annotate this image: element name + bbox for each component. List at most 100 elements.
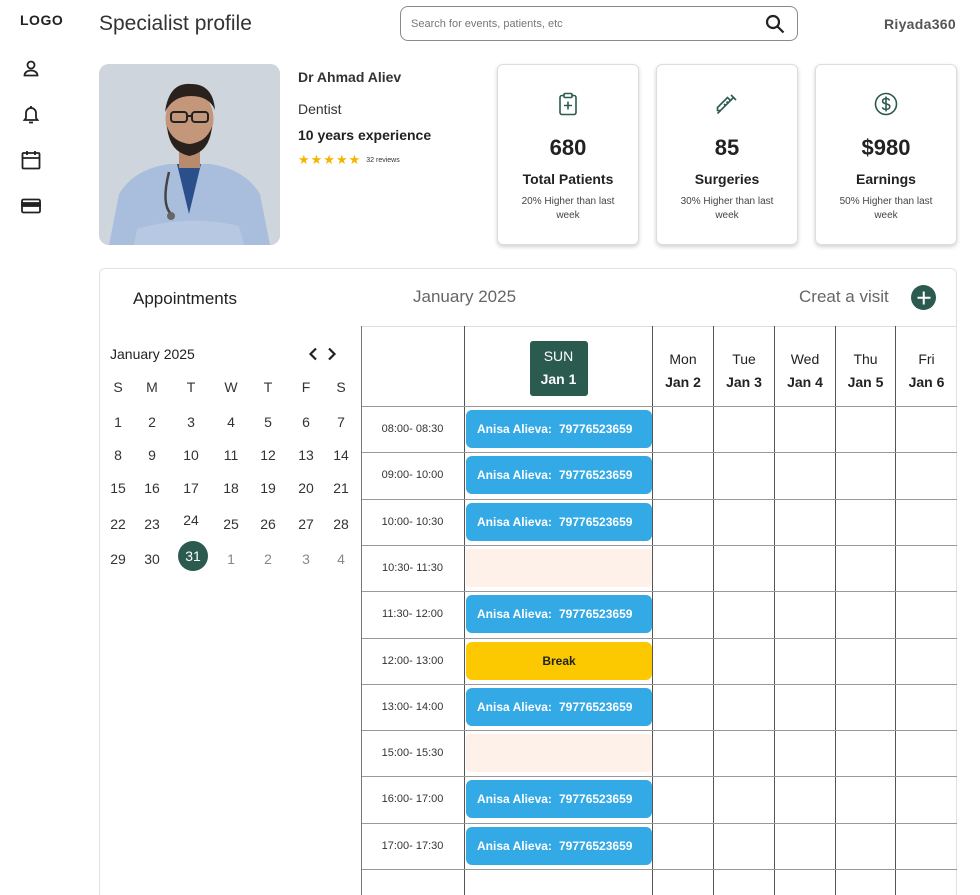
- calendar-day[interactable]: 10: [176, 444, 206, 466]
- patient-phone: 79776523659: [559, 515, 633, 529]
- calendar-day[interactable]: 14: [326, 444, 356, 466]
- row-divider: [362, 730, 957, 731]
- calendar-day[interactable]: 22: [103, 513, 133, 535]
- doctor-specialty: Dentist: [298, 101, 342, 117]
- doctor-experience: 10 years experience: [298, 127, 432, 143]
- patient-phone: 79776523659: [559, 607, 633, 621]
- stat-value: 680: [549, 135, 587, 160]
- calendar-day[interactable]: 2: [253, 548, 283, 570]
- weekday-label: S: [336, 379, 346, 395]
- column-divider: [464, 326, 465, 895]
- calendar-day[interactable]: 9: [137, 444, 167, 466]
- patient-name: Anisa Alieva:: [477, 515, 552, 529]
- calendar-day[interactable]: 3: [176, 411, 206, 433]
- appointment-slot[interactable]: Anisa Alieva: 79776523659: [466, 456, 652, 494]
- calendar-day[interactable]: 16: [137, 477, 167, 499]
- day-date: Jan 3: [726, 374, 762, 390]
- row-divider: [362, 545, 957, 546]
- calendar-day[interactable]: 2: [137, 411, 167, 433]
- calendar-day[interactable]: 8: [103, 444, 133, 466]
- search-input[interactable]: [411, 15, 751, 33]
- weekday-label: S: [113, 379, 123, 395]
- stat-note: 20% Higher than last week: [521, 196, 615, 221]
- day-header-tue[interactable]: Tue Jan 3: [714, 348, 774, 394]
- column-divider: [774, 326, 775, 895]
- calendar-day[interactable]: 27: [291, 513, 321, 535]
- doctor-photo: [99, 64, 280, 245]
- empty-slot[interactable]: [466, 734, 652, 772]
- day-header-thu[interactable]: Thu Jan 5: [836, 348, 895, 394]
- calendar-day[interactable]: 24: [176, 509, 206, 531]
- create-visit-link[interactable]: Creat a visit: [799, 287, 889, 307]
- chevron-left-icon[interactable]: [306, 346, 320, 362]
- stat-card-earnings: $980 Earnings 50% Higher than last week: [815, 64, 957, 245]
- day-date: Jan 1: [540, 371, 577, 387]
- stat-value: 85: [714, 135, 740, 160]
- patient-phone: 79776523659: [559, 468, 633, 482]
- chevron-right-icon[interactable]: [325, 346, 339, 362]
- day-header-mon[interactable]: Mon Jan 2: [653, 348, 713, 394]
- calendar-day[interactable]: 7: [326, 411, 356, 433]
- credit-card-icon[interactable]: [20, 195, 42, 217]
- calendar-day[interactable]: 29: [103, 548, 133, 570]
- appointment-slot[interactable]: Anisa Alieva: 79776523659: [466, 503, 652, 541]
- calendar-day[interactable]: 28: [326, 513, 356, 535]
- day-header-sun[interactable]: SUN Jan 1: [529, 341, 588, 396]
- appointment-slot[interactable]: Anisa Alieva: 79776523659: [466, 595, 652, 633]
- appointment-slot[interactable]: Anisa Alieva: 79776523659: [466, 410, 652, 448]
- calendar-day[interactable]: 11: [216, 444, 246, 466]
- stat-note: 30% Higher than last week: [680, 196, 774, 221]
- calendar-day[interactable]: 18: [216, 477, 246, 499]
- calendar-day[interactable]: 12: [253, 444, 283, 466]
- empty-slot[interactable]: [466, 549, 652, 587]
- rating: ★★★★★ 32 reviews: [298, 152, 400, 168]
- calendar-day[interactable]: 17: [176, 477, 206, 499]
- user-icon[interactable]: [20, 57, 42, 79]
- clipboard-plus-icon: [555, 91, 581, 117]
- row-divider: [362, 869, 957, 870]
- calendar-day[interactable]: 5: [253, 411, 283, 433]
- appointment-slot[interactable]: Anisa Alieva: 79776523659: [466, 780, 652, 818]
- calendar-day[interactable]: 3: [291, 548, 321, 570]
- calendar-day[interactable]: 19: [253, 477, 283, 499]
- calendar-day[interactable]: 13: [291, 444, 321, 466]
- calendar-day[interactable]: 1: [103, 411, 133, 433]
- break-slot[interactable]: Break: [466, 642, 652, 680]
- doctor-name: Dr Ahmad Aliev: [298, 69, 402, 85]
- patient-phone: 79776523659: [559, 422, 633, 436]
- calendar-day[interactable]: 4: [326, 548, 356, 570]
- calendar-day[interactable]: 23: [137, 513, 167, 535]
- time-label: 09:00- 10:00: [381, 469, 444, 481]
- calendar-day[interactable]: 4: [216, 411, 246, 433]
- calendar-day[interactable]: 20: [291, 477, 321, 499]
- schedule-top-border: [361, 326, 957, 327]
- column-divider: [895, 326, 896, 895]
- page-title: Specialist profile: [99, 12, 252, 35]
- selected-date[interactable]: 31: [178, 541, 208, 571]
- time-label: 10:30- 11:30: [382, 562, 443, 574]
- day-header-wed[interactable]: Wed Jan 4: [775, 348, 835, 394]
- appointment-slot[interactable]: Anisa Alieva: 79776523659: [466, 688, 652, 726]
- weekday-label: F: [301, 379, 311, 395]
- patient-phone: 79776523659: [559, 839, 633, 853]
- calendar-day[interactable]: 21: [326, 477, 356, 499]
- day-name: Tue: [732, 351, 756, 367]
- calendar-icon[interactable]: [20, 149, 42, 171]
- dollar-icon: [873, 91, 899, 117]
- calendar-day[interactable]: 15: [103, 477, 133, 499]
- row-divider: [362, 823, 957, 824]
- day-name: Fri: [918, 351, 935, 367]
- calendar-day[interactable]: 30: [137, 548, 167, 570]
- day-name: Mon: [669, 351, 697, 367]
- day-header-fri[interactable]: Fri Jan 6: [896, 348, 957, 394]
- appointment-slot[interactable]: Anisa Alieva: 79776523659: [466, 827, 652, 865]
- calendar-day[interactable]: 26: [253, 513, 283, 535]
- calendar-day[interactable]: 6: [291, 411, 321, 433]
- day-date: Jan 4: [787, 374, 823, 390]
- search-icon[interactable]: [765, 14, 785, 34]
- calendar-day[interactable]: 25: [216, 513, 246, 535]
- calendar-day[interactable]: 1: [216, 548, 246, 570]
- add-visit-button[interactable]: [911, 285, 936, 310]
- bell-icon[interactable]: [20, 103, 42, 125]
- stat-note: 50% Higher than last week: [839, 196, 933, 221]
